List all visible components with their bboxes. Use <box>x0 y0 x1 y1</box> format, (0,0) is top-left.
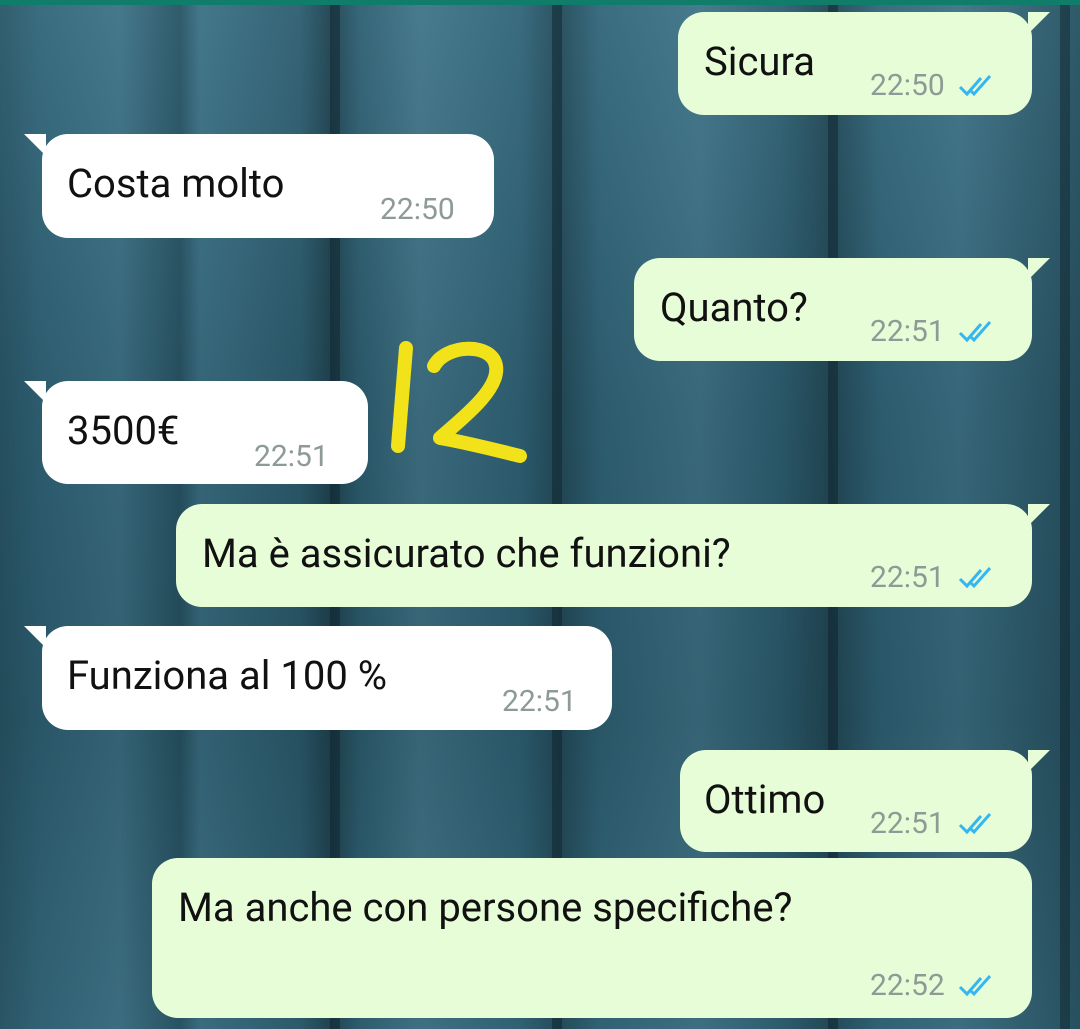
message-meta: 22:51 <box>870 800 997 848</box>
message-text: Ma anche con persone specifiche? <box>178 884 793 931</box>
message-time: 22:51 <box>870 560 945 595</box>
message-time: 22:51 <box>870 314 945 349</box>
double-check-icon <box>958 975 991 997</box>
message-text: Costa molto <box>67 160 285 207</box>
message-meta: 22:52 <box>870 962 997 1010</box>
message-meta: 22:51 <box>870 554 997 602</box>
message-time: 22:50 <box>870 68 945 103</box>
double-check-icon <box>958 567 991 589</box>
message-time: 22:50 <box>380 192 455 227</box>
message-outgoing[interactable]: Ma anche con persone specifiche? 22:52 <box>152 858 1032 1018</box>
bubble-tail <box>1028 504 1050 526</box>
message-time: 22:51 <box>502 684 577 719</box>
message-text: Ottimo <box>704 776 826 823</box>
wallpaper-seam <box>1060 0 1070 1029</box>
double-check-icon <box>958 75 991 97</box>
message-outgoing[interactable]: Ma è assicurato che funzioni? 22:51 <box>176 504 1050 607</box>
message-text: Ma è assicurato che funzioni? <box>202 530 731 577</box>
message-text: Quanto? <box>660 284 808 331</box>
message-meta: 22:50 <box>870 62 997 110</box>
bubble-tail <box>24 134 46 156</box>
header-edge <box>0 0 1080 5</box>
message-incoming[interactable]: 3500€ 22:51 <box>24 381 368 484</box>
message-meta: 22:51 <box>254 433 329 481</box>
handwritten-annotation <box>391 341 527 463</box>
message-outgoing[interactable]: Quanto? 22:51 <box>634 258 1050 361</box>
message-meta: 22:51 <box>502 678 577 726</box>
message-meta: 22:51 <box>870 308 997 356</box>
message-time: 22:52 <box>870 968 945 1003</box>
bubble-tail <box>1028 750 1050 772</box>
bubble-tail <box>1028 258 1050 280</box>
double-check-icon <box>958 813 991 835</box>
message-time: 22:51 <box>870 806 945 841</box>
bubble-tail <box>24 381 46 403</box>
message-text: Funziona al 100 % <box>67 652 388 699</box>
message-outgoing[interactable]: Sicura 22:50 <box>678 12 1050 115</box>
bubble-tail <box>1028 12 1050 34</box>
message-text: 3500€ <box>67 407 180 454</box>
message-time: 22:51 <box>254 439 329 474</box>
message-text: Sicura <box>704 38 815 85</box>
message-outgoing[interactable]: Ottimo 22:51 <box>680 750 1050 852</box>
message-incoming[interactable]: Costa molto 22:50 <box>24 134 494 238</box>
bubble-tail <box>24 626 46 648</box>
message-incoming[interactable]: Funziona al 100 % 22:51 <box>24 626 612 730</box>
message-meta: 22:50 <box>380 186 455 234</box>
double-check-icon <box>958 321 991 343</box>
